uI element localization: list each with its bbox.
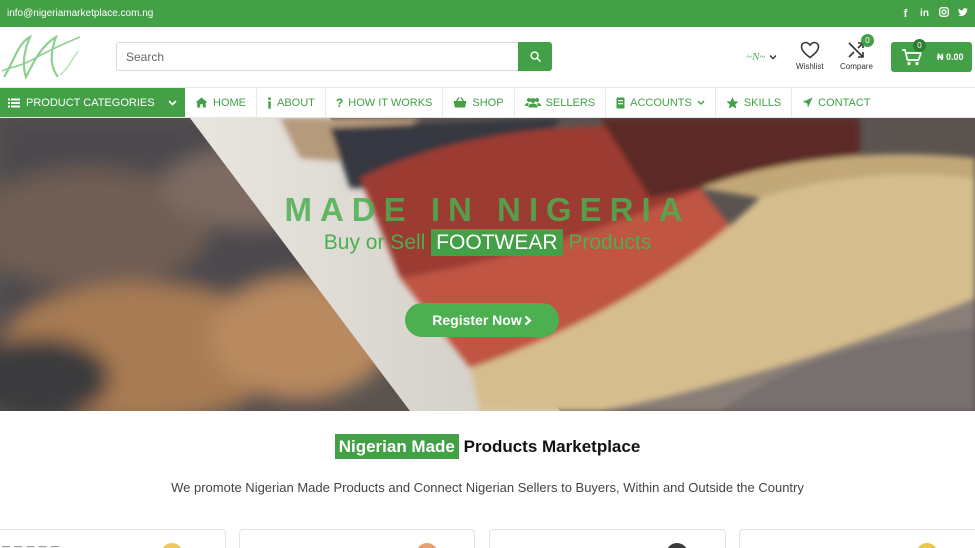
- hero-subtitle: Buy or Sell FOOTWEAR Products: [0, 229, 975, 256]
- send-icon: [802, 97, 813, 108]
- instagram-icon[interactable]: [938, 7, 949, 20]
- compare-link[interactable]: 0 Compare: [840, 34, 874, 71]
- contact-email[interactable]: info@nigeriamarketplace.com.ng: [7, 8, 153, 19]
- chevron-down-icon: [168, 99, 177, 106]
- nav-about-label: ABOUT: [277, 96, 315, 109]
- site-logo[interactable]: [0, 31, 85, 83]
- wishlist-label: Wishlist: [796, 62, 824, 71]
- main-nav: PRODUCT CATEGORIES HOME ABOUT ? HOW IT W…: [0, 88, 975, 118]
- list-icon: [8, 98, 20, 107]
- question-icon: ?: [335, 95, 344, 110]
- search-bar: [116, 42, 552, 71]
- nav-contact-label: CONTACT: [818, 96, 871, 109]
- hero-subtitle-after: Products: [568, 231, 652, 254]
- nav-sellers[interactable]: SELLERS: [515, 88, 607, 117]
- product-categories-toggle[interactable]: PRODUCT CATEGORIES: [0, 88, 185, 117]
- category-card-image: [161, 543, 183, 548]
- cart-count-badge: 0: [913, 39, 926, 52]
- product-categories-label: PRODUCT CATEGORIES: [26, 96, 155, 109]
- nav-accounts[interactable]: ACCOUNTS: [606, 88, 716, 117]
- chevron-down-icon: [697, 100, 705, 105]
- linkedin-icon[interactable]: in: [919, 8, 930, 19]
- site-header: ~N~ Wishlist 0 Compare 0 ₦ 0.00: [0, 27, 975, 88]
- nav-accounts-label: ACCOUNTS: [630, 96, 692, 109]
- facebook-icon[interactable]: f: [900, 8, 911, 20]
- section-title: Nigerian Made Products Marketplace: [0, 434, 975, 459]
- hero-subtitle-before: Buy or Sell: [323, 231, 426, 254]
- category-card-image: [916, 543, 938, 548]
- id-card-icon: [616, 97, 625, 108]
- nav-how-it-works-label: HOW IT WORKS: [348, 96, 433, 109]
- compare-count-badge: 0: [861, 34, 874, 47]
- category-card-image: [666, 543, 688, 548]
- nav-home[interactable]: HOME: [185, 88, 257, 117]
- section-title-rest: Products Marketplace: [463, 437, 641, 456]
- register-now-label: Register Now: [432, 312, 522, 328]
- section-subtitle: We promote Nigerian Made Products and Co…: [171, 480, 804, 495]
- nav-skills-label: SKILLS: [743, 96, 782, 109]
- hero-background-image: [0, 118, 975, 411]
- nav-how-it-works[interactable]: ? HOW IT WORKS: [326, 88, 444, 117]
- compare-label: Compare: [840, 62, 873, 71]
- cart-button[interactable]: 0 ₦ 0.00: [891, 39, 972, 72]
- section-title-highlight: Nigerian Made: [334, 434, 459, 459]
- nav-sellers-label: SELLERS: [545, 96, 596, 109]
- search-icon: [529, 51, 541, 62]
- nav-contact[interactable]: CONTACT: [792, 88, 880, 117]
- search-button[interactable]: [518, 42, 552, 71]
- chevron-down-icon: [769, 52, 777, 62]
- users-icon: [524, 98, 541, 108]
- star-icon: [726, 96, 739, 109]
- nav-skills[interactable]: SKILLS: [716, 88, 793, 117]
- marketplace-intro-section: Nigerian Made Products Marketplace We pr…: [0, 411, 975, 548]
- category-card-title: — — — — —: [2, 542, 60, 548]
- hero-title: MADE IN NIGERIA: [284, 191, 691, 228]
- language-selector[interactable]: ~N~: [746, 51, 777, 63]
- top-bar: info@nigeriamarketplace.com.ng f in: [0, 0, 975, 27]
- hero-subtitle-highlight: FOOTWEAR: [431, 229, 563, 256]
- category-card[interactable]: — — — — —: [0, 529, 226, 548]
- search-input[interactable]: [116, 42, 518, 71]
- category-card[interactable]: [739, 529, 975, 548]
- nav-home-label: HOME: [213, 96, 246, 109]
- wishlist-link[interactable]: Wishlist: [796, 41, 824, 71]
- social-links: f in: [900, 7, 968, 20]
- category-card-image: [416, 543, 438, 548]
- category-card[interactable]: [489, 529, 726, 548]
- nav-shop[interactable]: SHOP: [443, 88, 515, 117]
- nav-shop-label: SHOP: [472, 96, 504, 109]
- category-card[interactable]: [239, 529, 475, 548]
- language-flag-icon: ~N~: [746, 51, 766, 63]
- info-icon: [268, 96, 271, 109]
- hero-banner: MADE IN NIGERIA Buy or Sell FOOTWEAR Pro…: [0, 118, 975, 411]
- register-now-button[interactable]: Register Now: [405, 303, 559, 337]
- chevron-right-icon: [524, 315, 532, 325]
- home-icon: [195, 97, 208, 108]
- cart-amount: ₦ 0.00: [937, 52, 964, 62]
- basket-icon: [453, 97, 467, 108]
- heart-icon: [800, 41, 820, 59]
- twitter-icon[interactable]: [957, 7, 968, 20]
- nav-about[interactable]: ABOUT: [257, 88, 326, 117]
